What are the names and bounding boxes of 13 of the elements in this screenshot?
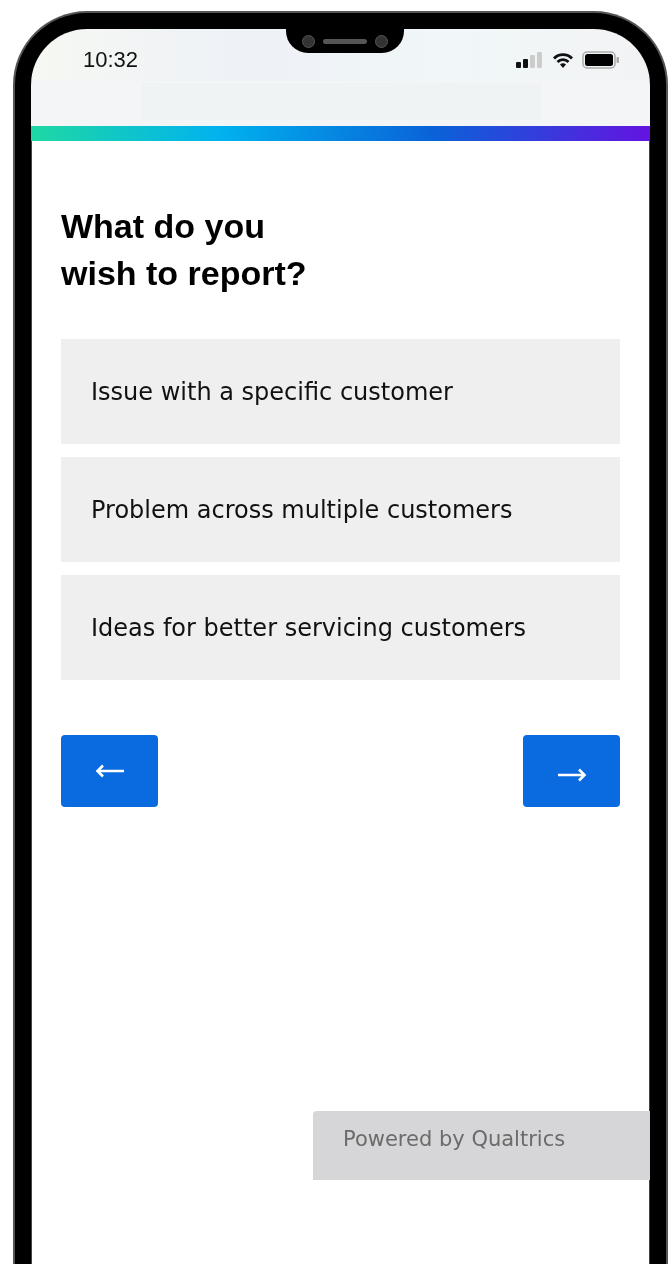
answer-option[interactable]: Problem across multiple customers: [61, 457, 620, 562]
powered-by-text: Powered by Qualtrics: [343, 1127, 566, 1151]
signal-icon: [516, 52, 544, 68]
question-title: What do you wish to report?: [61, 206, 308, 294]
battery-icon: [582, 51, 620, 69]
status-time: 10:32: [83, 47, 139, 73]
answer-option[interactable]: Ideas for better servicing customers: [61, 575, 620, 680]
answer-option[interactable]: Issue with a specific customer: [61, 339, 620, 444]
left-arrow-icon: [94, 764, 125, 778]
next-button[interactable]: [523, 735, 620, 807]
back-button[interactable]: [61, 735, 158, 807]
right-arrow-icon: [556, 768, 587, 782]
wifi-icon: [552, 52, 574, 68]
